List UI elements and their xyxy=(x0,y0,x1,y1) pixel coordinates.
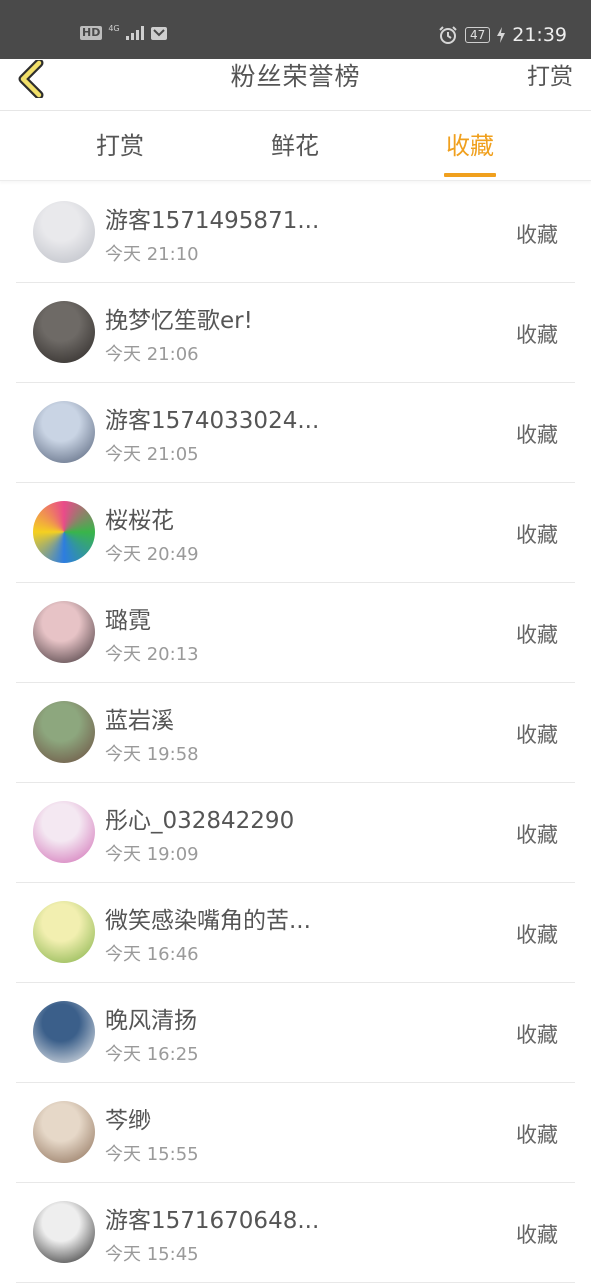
fan-timestamp: 今天 19:58 xyxy=(105,744,199,765)
avatar[interactable] xyxy=(33,701,95,763)
fan-list-item[interactable]: 游客1571495871... 今天 21:10 收藏 xyxy=(16,183,575,283)
active-tab-indicator xyxy=(444,173,496,177)
avatar[interactable] xyxy=(33,601,95,663)
fan-list: 游客1571495871... 今天 21:10 收藏 挽梦忆笙歌er! 今天 21:0… xyxy=(0,183,591,1283)
network-type-label: 4G xyxy=(108,24,120,33)
fan-name: 游客1571495871... xyxy=(105,208,320,234)
hd-badge: HD xyxy=(80,26,103,40)
tab-label: 鲜花 xyxy=(271,132,319,160)
tab-label: 打赏 xyxy=(96,132,144,160)
status-right-icons: 47 21:39 xyxy=(438,24,567,46)
avatar[interactable] xyxy=(33,1001,95,1063)
fan-name: 蓝岩溪 xyxy=(105,708,174,734)
fan-list-item[interactable]: 微笑感染嘴角的苦... 今天 16:46 收藏 xyxy=(16,883,575,983)
favorite-action-label: 收藏 xyxy=(516,623,558,647)
tab-bar: 打赏 鲜花 收藏 xyxy=(0,111,591,181)
fan-timestamp: 今天 19:09 xyxy=(105,844,199,865)
favorite-action-label: 收藏 xyxy=(516,423,558,447)
avatar[interactable] xyxy=(33,301,95,363)
fan-name: 晚风清扬 xyxy=(105,1008,197,1034)
favorite-action-label: 收藏 xyxy=(516,223,558,247)
avatar[interactable] xyxy=(33,901,95,963)
avatar[interactable] xyxy=(33,501,95,563)
fan-timestamp: 今天 21:05 xyxy=(105,444,199,465)
favorite-action-label: 收藏 xyxy=(516,723,558,747)
favorite-action-label: 收藏 xyxy=(516,823,558,847)
avatar[interactable] xyxy=(33,801,95,863)
tab-flowers[interactable]: 鲜花 xyxy=(235,111,355,180)
favorite-action-label: 收藏 xyxy=(516,1223,558,1247)
clock-time: 21:39 xyxy=(512,24,567,46)
fan-list-item[interactable]: 游客1574033024... 今天 21:05 收藏 xyxy=(16,383,575,483)
fan-name: 桜桜花 xyxy=(105,508,174,534)
navigation-bar: 粉丝荣誉榜 打赏 xyxy=(0,59,591,111)
fan-name: 游客1571670648... xyxy=(105,1208,320,1234)
fan-list-item[interactable]: 晚风清扬今天 16:25 收藏 xyxy=(16,983,575,1083)
fan-timestamp: 今天 16:25 xyxy=(105,1044,199,1065)
charging-icon xyxy=(497,27,506,43)
alarm-icon xyxy=(439,26,457,44)
fan-timestamp: 今天 15:45 xyxy=(105,1244,199,1265)
fan-list-item[interactable]: 芩缈今天 15:55 收藏 xyxy=(16,1083,575,1183)
reward-button[interactable]: 打赏 xyxy=(527,59,573,95)
fan-name: 璐霓 xyxy=(105,608,151,634)
tab-label: 收藏 xyxy=(446,132,494,160)
battery-icon: 47 xyxy=(464,27,491,43)
fan-name: 彤心_032842290 xyxy=(105,808,295,834)
tab-reward[interactable]: 打赏 xyxy=(60,111,180,180)
favorite-action-label: 收藏 xyxy=(516,1123,558,1147)
fan-timestamp: 今天 16:46 xyxy=(105,944,199,965)
signal-icon xyxy=(125,26,144,40)
fan-list-item[interactable]: 游客1571670648... 今天 15:45 收藏 xyxy=(16,1183,575,1283)
fan-timestamp: 今天 15:55 xyxy=(105,1144,199,1165)
status-left-icons: HD 4G xyxy=(80,25,168,41)
fan-name: 微笑感染嘴角的苦... xyxy=(105,908,311,934)
avatar[interactable] xyxy=(33,1201,95,1263)
fan-name: 挽梦忆笙歌er! xyxy=(105,308,253,334)
avatar[interactable] xyxy=(33,1101,95,1163)
avatar[interactable] xyxy=(33,401,95,463)
fan-name: 芩缈 xyxy=(105,1108,151,1134)
avatar[interactable] xyxy=(33,201,95,263)
favorite-action-label: 收藏 xyxy=(516,923,558,947)
fan-timestamp: 今天 20:49 xyxy=(105,544,199,565)
fan-list-item[interactable]: 桜桜花今天 20:49 收藏 xyxy=(16,483,575,583)
fan-list-item[interactable]: 璐霓今天 20:13 收藏 xyxy=(16,583,575,683)
app-notification-icon xyxy=(150,27,167,40)
fan-name: 游客1574033024... xyxy=(105,408,320,434)
favorite-action-label: 收藏 xyxy=(516,1023,558,1047)
fan-list-item[interactable]: 挽梦忆笙歌er! 今天 21:06 收藏 xyxy=(16,283,575,383)
tab-favorites[interactable]: 收藏 xyxy=(410,111,530,180)
favorite-action-label: 收藏 xyxy=(516,523,558,547)
fan-list-item[interactable]: 蓝岩溪今天 19:58 收藏 xyxy=(16,683,575,783)
fan-timestamp: 今天 21:06 xyxy=(105,344,199,365)
fan-list-item[interactable]: 彤心_032842290 今天 19:09 收藏 xyxy=(16,783,575,883)
status-bar: HD 4G 47 21:39 xyxy=(0,0,591,59)
page-title: 粉丝荣誉榜 xyxy=(230,62,361,91)
favorite-action-label: 收藏 xyxy=(516,323,558,347)
fan-timestamp: 今天 20:13 xyxy=(105,644,199,665)
fan-timestamp: 今天 21:10 xyxy=(105,244,199,265)
